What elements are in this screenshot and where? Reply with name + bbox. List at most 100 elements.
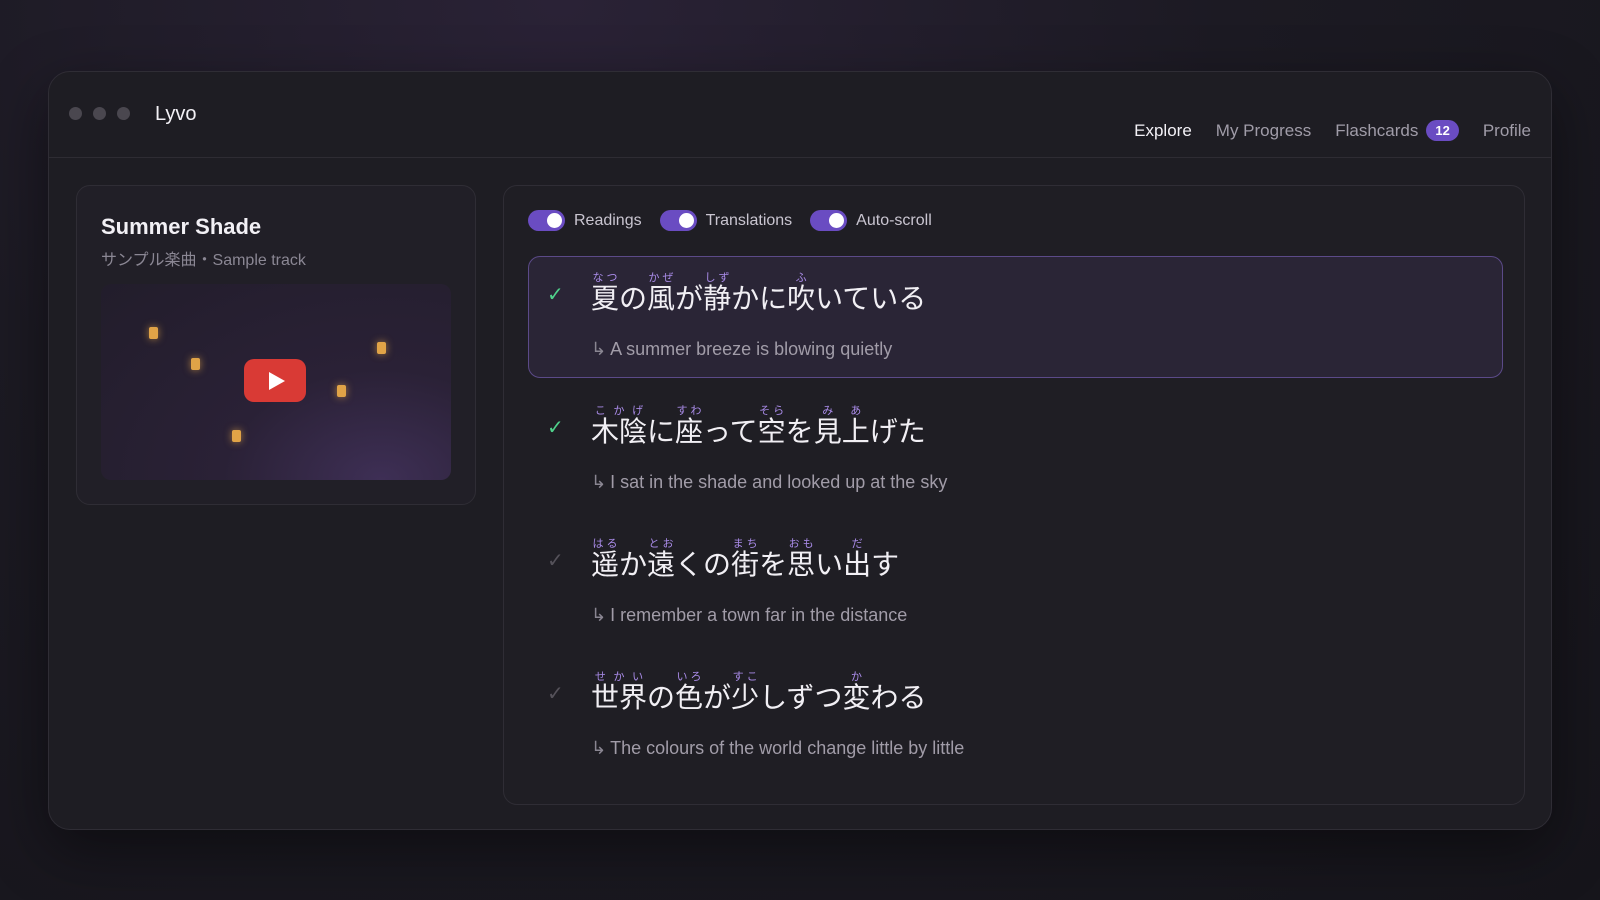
lyric-reading: まち: [731, 537, 760, 550]
song-title: Summer Shade: [101, 214, 262, 239]
lantern-decoration: [149, 327, 158, 339]
check-icon[interactable]: ✓: [547, 415, 564, 440]
nav-explore-label: Explore: [1134, 120, 1192, 140]
lyric-kana: かに: [731, 282, 788, 315]
lyric-kana: って: [703, 415, 758, 448]
lyric-word-base: 木陰: [591, 415, 648, 448]
toggle-translations[interactable]: Translations: [659, 210, 793, 231]
return-arrow-icon: ↳: [591, 605, 607, 625]
lyric-kana: の: [619, 282, 648, 315]
nav-flashcards-label: Flashcards: [1335, 120, 1419, 140]
toggle-readings[interactable]: Readings: [528, 210, 642, 231]
lyric-word[interactable]: 見み: [813, 404, 842, 448]
lyric-reading: すこ: [731, 670, 760, 683]
lyric-word-base: 見: [813, 415, 842, 448]
lyric-word-base: 少: [731, 681, 760, 714]
lyric-word-base: 変: [842, 681, 871, 714]
lyric-word[interactable]: 上あ: [842, 404, 870, 448]
lantern-decoration: [232, 430, 241, 442]
switch-knob: [678, 213, 694, 228]
lyric-line[interactable]: ✓ 木陰こかげに座すわって空そらを見み上あげた ↳ I sat in the shad…: [528, 389, 1503, 511]
nav-profile[interactable]: Profile: [1483, 121, 1531, 141]
check-icon[interactable]: ✓: [547, 282, 564, 307]
lyric-kana: が: [703, 681, 732, 714]
lantern-decoration: [377, 342, 386, 354]
lyric-word[interactable]: 遠とお: [647, 537, 675, 581]
lyric-reading: とお: [647, 537, 676, 550]
lyric-word[interactable]: 変か: [842, 670, 871, 714]
lyric-word-base: 風: [647, 282, 676, 315]
lyric-word-base: 空: [757, 415, 786, 448]
maximize-dot[interactable]: [117, 107, 130, 120]
lyric-word[interactable]: 夏なつ: [591, 271, 620, 315]
lyric-word[interactable]: 遥はる: [591, 537, 619, 581]
lyric-kana: しずつ: [759, 681, 843, 714]
close-dot[interactable]: [69, 107, 82, 120]
lyric-word[interactable]: 静しず: [703, 271, 731, 315]
translation-text: I remember a town far in the distance: [610, 605, 908, 625]
lyric-kana: を: [759, 548, 788, 581]
minimize-dot[interactable]: [93, 107, 106, 120]
nav-profile-label: Profile: [1482, 120, 1531, 140]
switch-knob: [547, 213, 562, 228]
lyric-kana: の: [647, 681, 676, 714]
lyric-word[interactable]: 出だ: [843, 537, 872, 581]
flashcards-count-badge: 12: [1426, 120, 1459, 141]
lyric-japanese: 夏なつの風かぜが静しずかに吹ふいている: [591, 271, 926, 313]
auto-scroll-switch[interactable]: [810, 210, 848, 231]
translation-text: A summer breeze is blowing quietly: [610, 339, 893, 359]
readings-switch[interactable]: [528, 210, 565, 231]
lyric-word[interactable]: 座すわ: [675, 404, 704, 448]
window-controls: [69, 107, 130, 120]
lyric-word[interactable]: 思おも: [787, 537, 815, 581]
return-arrow-icon: ↳: [591, 472, 607, 492]
lyric-word[interactable]: 風かぜ: [647, 271, 676, 315]
translation-text: The colours of the world change little b…: [610, 738, 965, 758]
lyric-kana: か: [619, 548, 648, 581]
lyric-translation: ↳ I sat in the shade and looked up at the…: [591, 472, 947, 493]
lyric-line[interactable]: ✓ 遥はるか遠とおくの街まちを思おもい出だす ↳ I remember a town …: [528, 522, 1503, 644]
lyric-reading: そら: [757, 404, 786, 417]
lyric-reading: せかい: [591, 670, 647, 683]
lyric-word-base: 座: [675, 415, 704, 448]
translations-switch[interactable]: [659, 210, 697, 231]
toggle-auto-scroll[interactable]: Auto-scroll: [810, 210, 932, 231]
lyric-reading: なつ: [591, 271, 620, 284]
check-icon[interactable]: ✓: [547, 681, 564, 706]
readings-label: Readings: [574, 211, 642, 229]
translations-label: Translations: [705, 211, 793, 229]
lyric-word[interactable]: 少すこ: [731, 670, 760, 714]
lyric-word[interactable]: 街まち: [731, 537, 760, 581]
play-icon: [269, 371, 285, 390]
lyric-reading: ふ: [787, 271, 816, 284]
lyric-word-base: 夏: [591, 282, 620, 315]
lyric-kana: を: [785, 415, 814, 448]
lyric-word[interactable]: 色いろ: [675, 670, 704, 714]
translation-text: I sat in the shade and looked up at the …: [610, 472, 948, 492]
lyric-reading: しず: [703, 271, 732, 284]
nav-my-progress[interactable]: My Progress: [1216, 121, 1311, 141]
lyric-word[interactable]: 木陰こかげ: [591, 404, 648, 448]
lyric-word[interactable]: 吹ふ: [787, 271, 815, 315]
lyric-word-base: 出: [843, 548, 872, 581]
lyric-reading: こかげ: [591, 404, 647, 417]
lyric-word-base: 色: [675, 681, 704, 714]
lyric-translation: ↳ I remember a town far in the distance: [591, 605, 907, 626]
nav-flashcards[interactable]: Flashcards 12: [1335, 120, 1459, 141]
display-toggles: Readings Translations Auto-scroll: [528, 210, 932, 231]
app-name: Lyvo: [155, 103, 197, 125]
nav-explore[interactable]: Explore: [1134, 121, 1192, 141]
lyric-reading: いろ: [675, 670, 704, 683]
lyrics-panel: Readings Translations Auto-scroll ✓ 夏なつの風…: [503, 185, 1525, 805]
lyric-word-base: 街: [731, 548, 760, 581]
lyric-reading: か: [842, 670, 871, 683]
top-nav: Explore My Progress Flashcards 12 Profil…: [1134, 120, 1531, 141]
video-player[interactable]: [101, 284, 451, 480]
lyric-line[interactable]: ✓ 世界せかいの色いろが少すこしずつ変かわる ↳ The colours of the…: [528, 655, 1503, 777]
check-icon[interactable]: ✓: [547, 548, 564, 573]
lyric-word[interactable]: 空そら: [757, 404, 786, 448]
play-button[interactable]: [244, 359, 306, 402]
song-subtitle: サンプル楽曲・Sample track: [101, 252, 306, 269]
lyric-word[interactable]: 世界せかい: [591, 670, 647, 714]
lyric-line[interactable]: ✓ 夏なつの風かぜが静しずかに吹ふいている ↳ A summer breeze is …: [528, 256, 1503, 378]
